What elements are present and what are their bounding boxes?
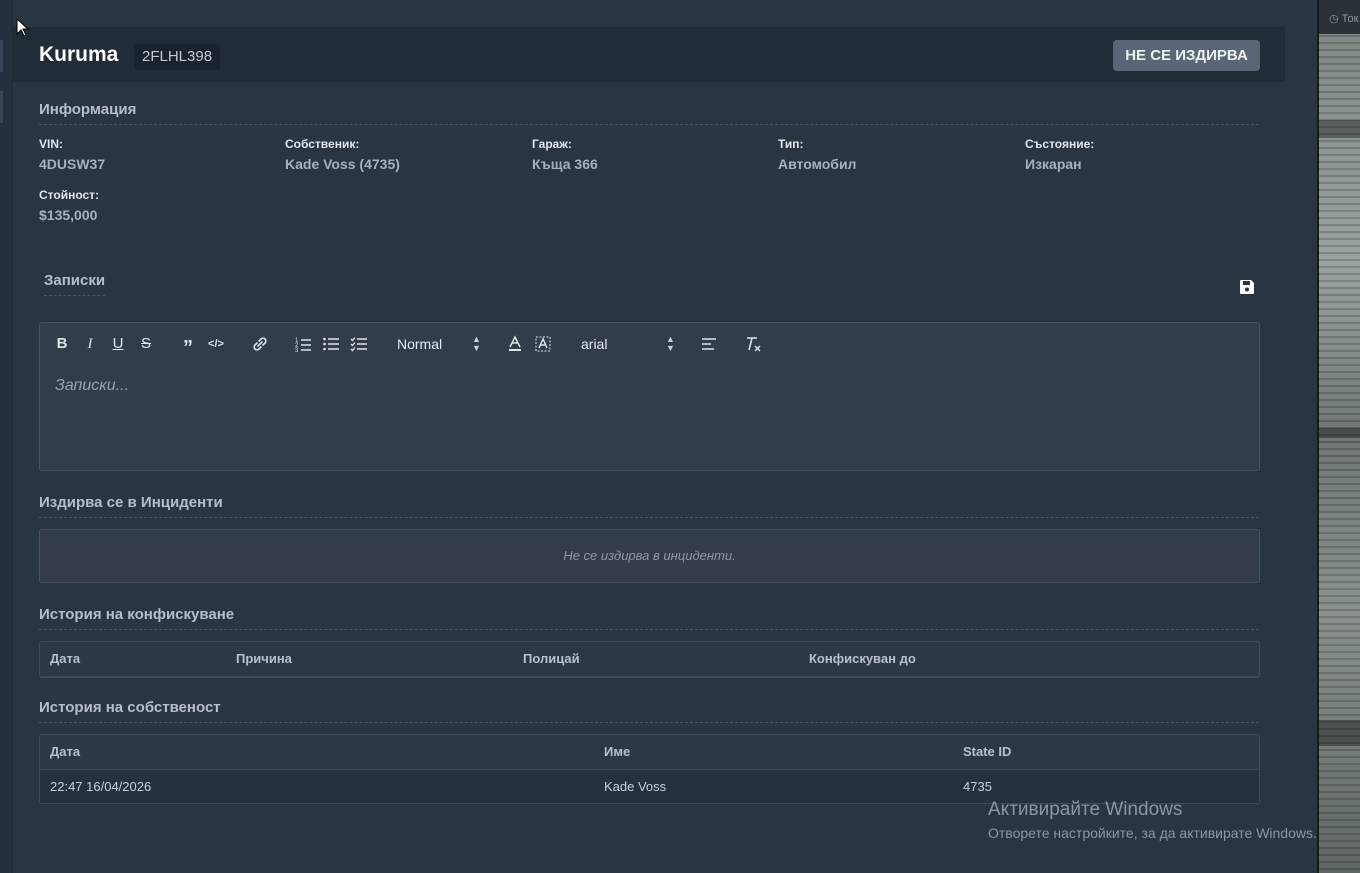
value-value: $135,000 — [39, 207, 98, 223]
header-select-value: Normal — [397, 336, 443, 352]
incidents-section-title: Издирва се в Инциденти — [39, 494, 1259, 518]
watermark-line1: Активирайте Windows — [988, 799, 1183, 820]
font-select[interactable]: arial ▲ ▼ — [581, 335, 675, 353]
bullet-list-icon[interactable] — [322, 335, 340, 353]
text-color-icon[interactable] — [506, 335, 524, 353]
quote-icon[interactable]: ” — [179, 335, 197, 359]
vehicle-header: Kuruma 2FLHL398 НЕ СЕ ИЗДИРВА — [13, 27, 1285, 82]
background-band — [1319, 120, 1360, 138]
state-value: Изкаран — [1025, 156, 1082, 172]
svg-text:3: 3 — [295, 348, 299, 353]
background-band — [1319, 428, 1360, 438]
italic-icon[interactable]: I — [81, 335, 99, 353]
impound-section-title: История на конфискуване — [39, 606, 1259, 630]
ownership-table: Дата Име State ID 22:47 16/04/2026 Kade … — [39, 734, 1260, 804]
column-header: Дата — [50, 744, 81, 759]
align-icon[interactable] — [700, 335, 718, 353]
save-icon[interactable] — [1239, 279, 1255, 295]
font-select-value: arial — [581, 336, 608, 352]
column-header: State ID — [963, 744, 1012, 759]
wanted-status-button[interactable]: НЕ СЕ ИЗДИРВА — [1113, 40, 1260, 71]
ownership-section-title: История на собственост — [39, 699, 1259, 723]
column-header: Причина — [236, 651, 292, 666]
watermark-line2: Отворете настройките, за да активирате W… — [988, 825, 1317, 841]
type-value: Автомобил — [778, 156, 857, 172]
column-header: Име — [604, 744, 631, 759]
column-header: Конфискуван до — [809, 651, 916, 666]
background-color-icon[interactable] — [534, 335, 552, 353]
strike-icon[interactable]: S — [137, 335, 155, 353]
checklist-icon[interactable] — [350, 335, 368, 353]
value-label: Стойност: — [39, 188, 100, 202]
left-sidebar-strip — [0, 0, 13, 873]
column-header: Полицай — [523, 651, 580, 666]
vin-value: 4DUSW37 — [39, 156, 106, 172]
notes-placeholder: Записки... — [55, 377, 130, 394]
editor-toolbar: B I U S ” </> 123 Normal ▲ ▼ arial ▲ ▼ — [40, 323, 1259, 363]
header-select[interactable]: Normal ▲ ▼ — [397, 335, 483, 353]
column-header: Дата — [50, 651, 81, 666]
background-topbar-text: Ток — [1341, 13, 1359, 25]
plate-badge: 2FLHL398 — [134, 44, 221, 70]
link-icon[interactable] — [251, 335, 269, 353]
vehicle-name: Kuruma — [39, 43, 119, 66]
info-section-title: Информация — [39, 101, 1259, 125]
clear-format-icon[interactable] — [744, 335, 762, 353]
left-strip-tab[interactable] — [0, 91, 3, 123]
state-label: Състояние: — [1025, 137, 1095, 151]
mouse-cursor-icon — [16, 17, 30, 38]
notes-section-title: Записки — [44, 272, 106, 296]
background-topbar: ◷ Ток — [1319, 0, 1360, 34]
windows-activation-watermark: Активирайте Windows Отворете настройките… — [988, 799, 1317, 841]
game-background: ◷ Ток — [1317, 0, 1360, 873]
ownership-name-cell: Kade Voss — [604, 779, 667, 794]
incidents-empty-box: Не се издирва в инциденти. — [39, 529, 1260, 583]
owner-value: Kade Voss (4735) — [285, 156, 400, 172]
ownership-table-header: Дата Име State ID — [40, 735, 1259, 770]
ownership-date-cell: 22:47 16/04/2026 — [50, 779, 152, 794]
bold-icon[interactable]: B — [53, 335, 71, 353]
chevron-down-icon: ▼ — [666, 343, 675, 353]
background-band — [1319, 720, 1360, 746]
garage-value: Къща 366 — [532, 156, 598, 172]
ordered-list-icon[interactable]: 123 — [294, 335, 312, 353]
garage-label: Гараж: — [532, 137, 572, 151]
impound-table: Дата Причина Полицай Конфискуван до — [39, 641, 1260, 678]
notes-editor[interactable]: B I U S ” </> 123 Normal ▲ ▼ arial ▲ ▼ З… — [39, 322, 1260, 471]
type-label: Тип: — [778, 137, 804, 151]
incidents-empty-text: Не се издирва в инциденти. — [563, 548, 736, 563]
left-strip-tab[interactable] — [0, 40, 3, 72]
vin-label: VIN: — [39, 137, 63, 151]
impound-table-header: Дата Причина Полицай Конфискуван до — [40, 642, 1259, 677]
underline-icon[interactable]: U — [109, 335, 127, 353]
owner-label: Собственик: — [285, 137, 360, 151]
chevron-down-icon: ▼ — [472, 343, 481, 353]
code-icon[interactable]: </> — [207, 335, 225, 353]
